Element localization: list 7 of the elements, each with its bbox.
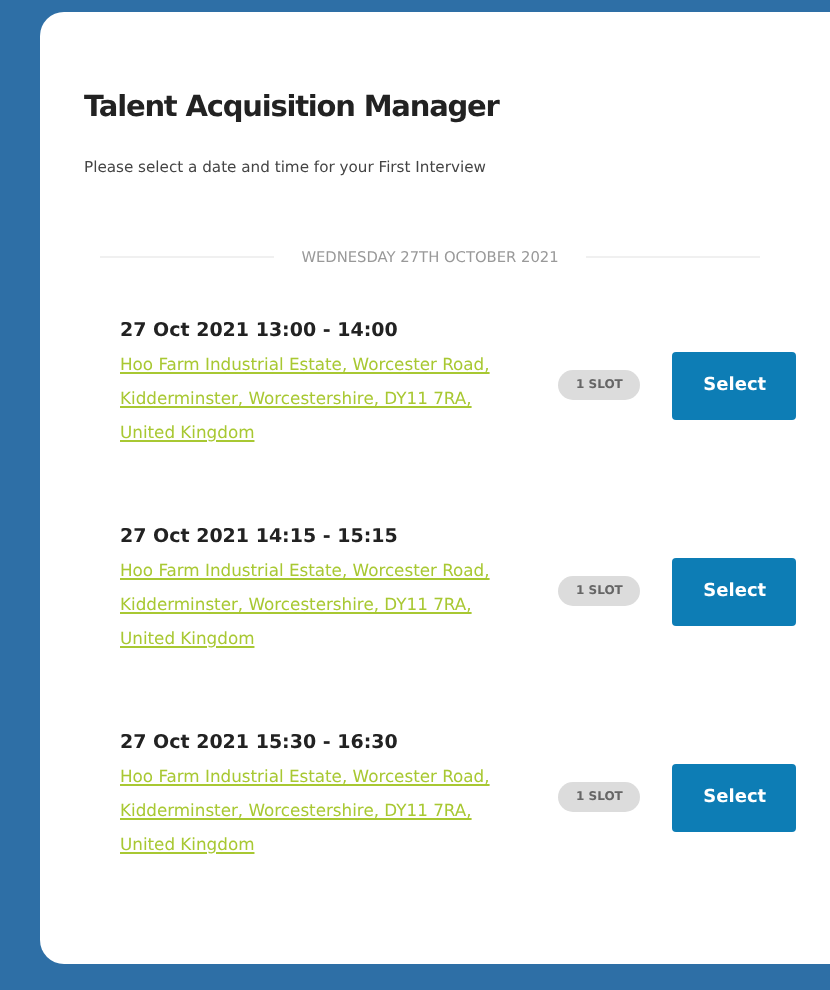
- slot-time: 27 Oct 2021 15:30 - 16:30: [120, 732, 400, 754]
- slot-time: 27 Oct 2021 13:00 - 14:00: [120, 320, 400, 342]
- select-button[interactable]: Select: [672, 351, 797, 419]
- select-button[interactable]: Select: [672, 763, 797, 831]
- select-button[interactable]: Select: [672, 557, 797, 625]
- slot-time: 27 Oct 2021 14:15 - 15:15: [120, 526, 400, 548]
- card-title: Talent Acquisition Manager: [84, 92, 502, 124]
